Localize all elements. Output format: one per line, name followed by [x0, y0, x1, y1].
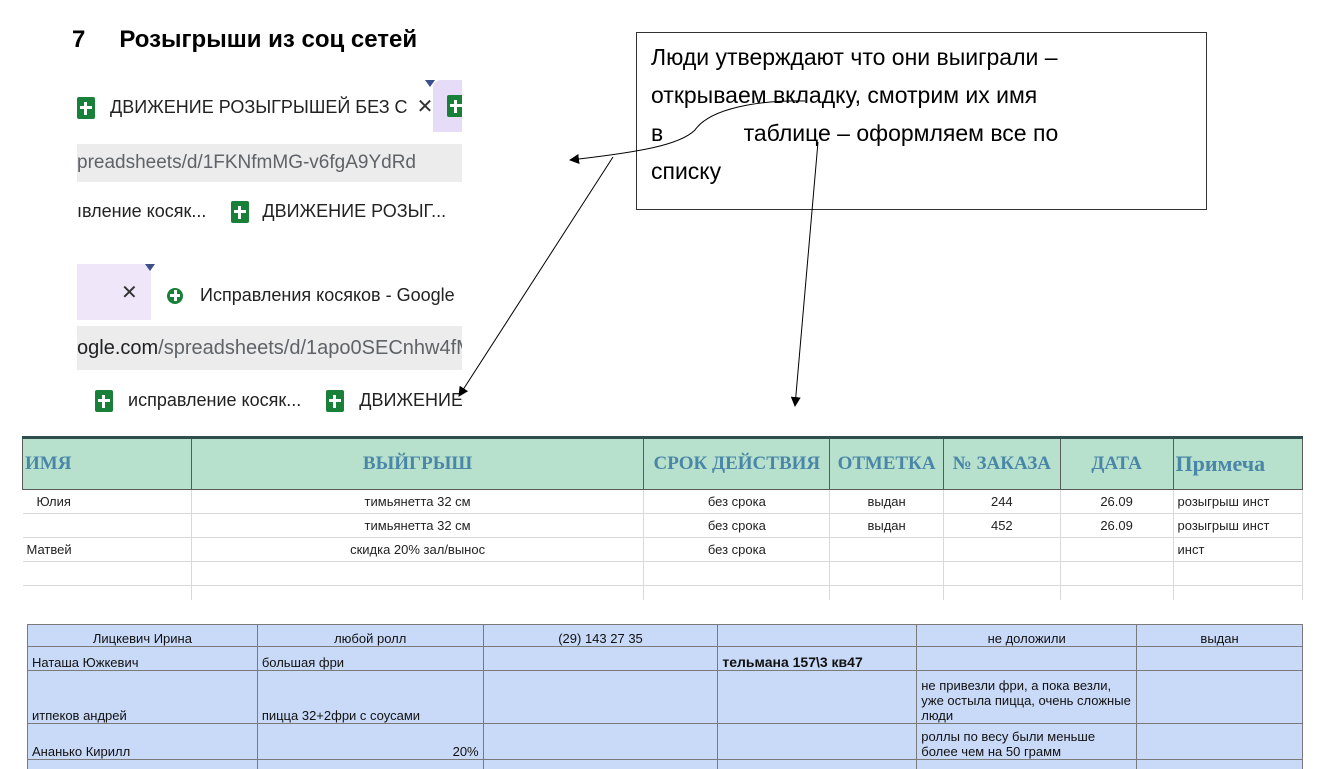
column-header: СРОК ДЕЙСТВИЯ	[643, 436, 831, 490]
table-cell[interactable]: Лицкевич Ирина	[27, 624, 258, 647]
table-cell[interactable]	[27, 759, 258, 769]
table-cell[interactable]	[482, 646, 719, 671]
column-header: ИМЯ	[22, 436, 192, 490]
arrow-to-url	[569, 100, 806, 164]
table-cell[interactable]	[1060, 585, 1174, 600]
table-cell[interactable]	[829, 537, 944, 562]
table-cell[interactable]	[717, 670, 918, 724]
table-cell[interactable]	[717, 723, 918, 760]
table-cell[interactable]	[717, 759, 918, 769]
table-cell[interactable]: без срока	[643, 537, 831, 562]
table-cell[interactable]: скидка 20% зал/вынос	[191, 537, 645, 562]
table-header-row: ИМЯ ВЫЙГРЫШ СРОК ДЕЙСТВИЯ ОТМЕТКА № ЗАКА…	[22, 436, 1303, 490]
table-cell[interactable]: выдан	[829, 513, 944, 538]
table-row	[22, 561, 1303, 586]
table-cell[interactable]	[191, 561, 645, 586]
table-cell[interactable]: 20%	[256, 723, 484, 760]
table-cell[interactable]	[916, 646, 1138, 671]
table-cell[interactable]	[943, 585, 1061, 600]
arrow-to-table	[790, 141, 819, 407]
table-cell[interactable]	[1173, 585, 1303, 600]
table-cell[interactable]	[1136, 646, 1303, 671]
table-cell[interactable]: выдан	[829, 489, 944, 514]
column-header: ВЫЙГРЫШ	[190, 436, 645, 490]
table-cell[interactable]: тимьянетта 32 см	[191, 513, 645, 538]
table-cell[interactable]: без срока	[643, 513, 831, 538]
table-cell[interactable]	[1060, 561, 1174, 586]
table-cell[interactable]	[482, 670, 719, 724]
table-cell[interactable]	[1136, 759, 1303, 769]
giveaway-table: ИМЯ ВЫЙГРЫШ СРОК ДЕЙСТВИЯ ОТМЕТКА № ЗАКА…	[22, 436, 1303, 600]
table-cell[interactable]: 26.09	[1060, 513, 1174, 538]
table-cell[interactable]: розыгрыш инст	[1173, 513, 1303, 538]
table-row: Лицкевич Ирина любой ролл (29) 143 27 35…	[27, 624, 1303, 647]
column-header: № ЗАКАЗА	[942, 436, 1061, 490]
table-cell[interactable]	[482, 723, 719, 760]
table-row	[22, 585, 1303, 600]
table-cell[interactable]: любой ролл	[256, 624, 484, 647]
table-cell[interactable]	[829, 561, 944, 586]
table-cell[interactable]: Ананько Кирилл	[27, 723, 258, 760]
table-row: итпеков андрей пицца 32+2фри с соусами н…	[27, 670, 1303, 724]
table-row: Юлия тимьянетта 32 см без срока выдан 24…	[22, 489, 1303, 514]
table-cell[interactable]	[1060, 537, 1174, 562]
table-cell[interactable]	[1173, 561, 1303, 586]
table-cell[interactable]	[22, 561, 192, 586]
table-row	[27, 759, 1303, 769]
complaints-table: Лицкевич Ирина любой ролл (29) 143 27 35…	[27, 624, 1303, 769]
table-cell[interactable]	[1136, 723, 1303, 760]
table-row: Наташа Южкевич большая фри тельмана 157\…	[27, 646, 1303, 671]
table-cell[interactable]	[22, 513, 192, 538]
table-cell[interactable]: Матвей	[22, 537, 192, 562]
table-cell[interactable]: не доложили	[916, 624, 1138, 647]
table-cell[interactable]: без срока	[643, 489, 831, 514]
table-cell[interactable]	[191, 585, 645, 600]
table-cell[interactable]	[943, 537, 1061, 562]
table-cell[interactable]	[717, 624, 918, 647]
table-row: Ананько Кирилл 20% роллы по весу были ме…	[27, 723, 1303, 760]
column-header: ДАТА	[1059, 436, 1174, 490]
table-cell[interactable]: розыгрыш инст	[1173, 489, 1303, 514]
table-cell[interactable]: Юлия	[22, 489, 192, 514]
table-cell[interactable]	[829, 585, 944, 600]
column-header: Примеча	[1172, 436, 1303, 490]
table-cell[interactable]	[22, 585, 192, 600]
table-cell[interactable]: (29) 143 27 35	[482, 624, 719, 647]
table-cell[interactable]	[1136, 670, 1303, 724]
table-cell[interactable]: итпеков андрей	[27, 670, 258, 724]
table-cell[interactable]	[482, 759, 719, 769]
table-cell[interactable]	[643, 585, 831, 600]
table-cell[interactable]: 244	[943, 489, 1061, 514]
table-row: Матвей скидка 20% зал/вынос без срока ин…	[22, 537, 1303, 562]
table-cell[interactable]: 26.09	[1060, 489, 1174, 514]
table-cell[interactable]	[256, 759, 484, 769]
table-cell[interactable]	[943, 561, 1061, 586]
table-cell[interactable]: пицца 32+2фри с соусами	[256, 670, 484, 724]
table-cell[interactable]: роллы по весу были меньше более чем на 5…	[916, 723, 1138, 760]
table-cell[interactable]: Наташа Южкевич	[27, 646, 258, 671]
table-cell[interactable]: 452	[943, 513, 1061, 538]
arrow-to-bookmark	[458, 156, 614, 397]
table-cell[interactable]: инст	[1173, 537, 1303, 562]
table-cell[interactable]: не привезли фри, а пока везли, уже остыл…	[916, 670, 1138, 724]
table-cell[interactable]	[916, 759, 1138, 769]
column-header: ОТМЕТКА	[829, 436, 944, 490]
table-cell[interactable]: тимьянетта 32 см	[191, 489, 645, 514]
table-cell[interactable]: большая фри	[256, 646, 484, 671]
table-cell[interactable]: выдан	[1136, 624, 1303, 647]
table-cell[interactable]	[643, 561, 831, 586]
table-cell[interactable]: тельмана 157\3 кв47	[717, 646, 918, 671]
table-row: тимьянетта 32 см без срока выдан 452 26.…	[22, 513, 1303, 538]
